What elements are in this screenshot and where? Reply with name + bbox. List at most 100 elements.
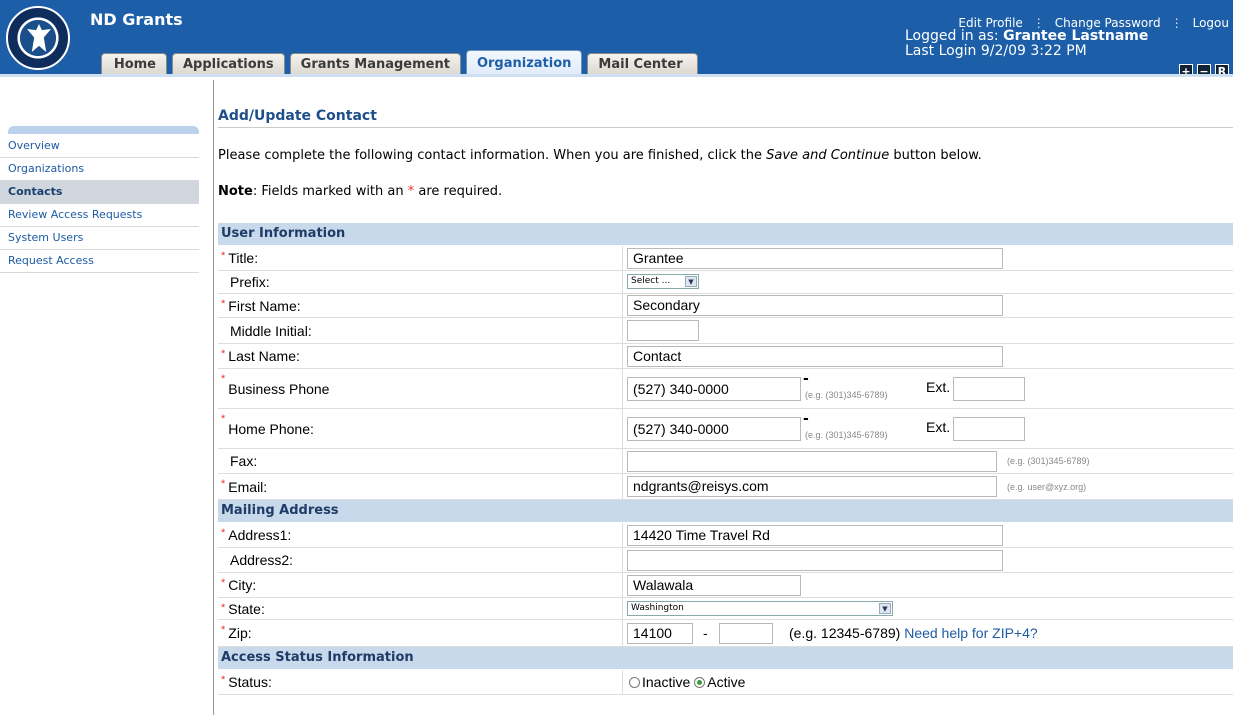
reset-text-button[interactable]: R (1215, 64, 1229, 74)
fax-hint: (e.g. (301)345-6789) (1007, 456, 1090, 466)
tab-mail-center[interactable]: Mail Center (587, 53, 699, 74)
tab-home[interactable]: Home (101, 53, 167, 74)
active-label: Active (707, 674, 746, 690)
tab-grants-management[interactable]: Grants Management (289, 53, 461, 74)
field-label: Fax: (230, 453, 258, 469)
field-label: Home Phone: (228, 420, 314, 437)
sidebar: Overview Organizations Contacts Review A… (0, 80, 200, 715)
tab-applications[interactable]: Applications (172, 53, 285, 74)
middle-initial-label: Middle Initial: (218, 318, 623, 343)
required-star: * (221, 413, 226, 425)
field-label: Title: (228, 250, 259, 266)
business-phone-input[interactable]: (527) 340-0000 (627, 377, 801, 401)
zip-plus4-input[interactable] (719, 623, 773, 644)
first-name-label: * First Name: (218, 294, 623, 317)
zip-dash: - (703, 625, 708, 641)
required-star: * (221, 624, 226, 636)
zip-help-link[interactable]: Need help for ZIP+4? (904, 625, 1037, 641)
contact-form: User Information * Title: Grantee Prefix:… (218, 223, 1233, 695)
active-radio[interactable] (694, 676, 706, 688)
sidebar-item-organizations[interactable]: Organizations (0, 158, 199, 181)
inactive-radio[interactable] (629, 676, 640, 688)
last-name-input[interactable]: Contact (627, 346, 1003, 367)
form-row-address2: Address2: (218, 548, 1233, 573)
business-ext-label: Ext. (926, 379, 951, 395)
note-text-end: are required. (414, 184, 503, 199)
sidebar-item-request-access[interactable]: Request Access (0, 250, 199, 273)
state-label: * State: (218, 598, 623, 619)
page-title: Add/Update Contact (218, 108, 377, 124)
prefix-selected-value: Select ... (631, 276, 671, 286)
email-label: * Email: (218, 474, 623, 499)
sidebar-item-contacts[interactable]: Contacts (0, 181, 199, 204)
home-phone-label: * Home Phone: (218, 409, 623, 448)
state-selected-value: Washington (631, 603, 684, 613)
email-input[interactable]: ndgrants@reisys.com (627, 476, 997, 497)
form-row-business-phone: * Business Phone (527) 340-0000 - (e.g. (… (218, 369, 1233, 409)
required-note: Note: Fields marked with an * are requir… (218, 184, 502, 199)
required-star: * (221, 373, 226, 385)
sidebar-item-system-users[interactable]: System Users (0, 227, 199, 250)
home-ext-input[interactable] (953, 417, 1025, 441)
increase-text-button[interactable]: + (1179, 64, 1193, 74)
city-label: * City: (218, 573, 623, 597)
note-label: Note (218, 184, 253, 199)
business-phone-label: * Business Phone (218, 369, 623, 408)
form-row-home-phone: * Home Phone: (527) 340-0000 - (e.g. (301… (218, 409, 1233, 449)
field-label: First Name: (228, 297, 301, 314)
form-row-fax: Fax: (e.g. (301)345-6789) (218, 449, 1233, 474)
field-label: Middle Initial: (230, 322, 312, 339)
form-row-email: * Email: ndgrants@reisys.com (e.g. user@x… (218, 474, 1233, 500)
logout-link[interactable]: Logou (1193, 16, 1229, 30)
required-star: * (221, 577, 226, 589)
sidebar-nav: Overview Organizations Contacts Review A… (0, 135, 199, 273)
required-star: * (221, 250, 226, 262)
form-row-title: * Title: Grantee (218, 246, 1233, 271)
text-size-controls: + − R (1179, 64, 1229, 74)
logged-in-prefix: Logged in as: (905, 28, 999, 44)
dhs-seal-logo (6, 6, 70, 70)
field-label: Address1: (228, 527, 292, 543)
phone-dash: - (803, 371, 809, 387)
fax-input[interactable] (627, 451, 997, 472)
field-label: Zip: (228, 625, 252, 641)
section-user-information: User Information (218, 223, 1233, 246)
state-select[interactable]: Washington ▼ (627, 601, 893, 616)
city-input[interactable]: Walawala (627, 575, 801, 596)
home-phone-input[interactable]: (527) 340-0000 (627, 417, 801, 441)
note-text: : Fields marked with an (252, 184, 408, 199)
status-label: * Status: (218, 670, 623, 694)
fax-label: Fax: (218, 449, 623, 473)
tab-organization[interactable]: Organization (465, 50, 583, 74)
middle-initial-input[interactable] (627, 320, 699, 341)
decrease-text-button[interactable]: − (1197, 64, 1211, 74)
home-ext-label: Ext. (926, 419, 951, 435)
chevron-down-icon: ▼ (685, 276, 697, 287)
logged-in-status: Logged in as: Grantee Lastname (905, 29, 1148, 43)
user-name: Grantee Lastname (1003, 28, 1149, 44)
business-ext-input[interactable] (953, 377, 1025, 401)
address2-input[interactable] (627, 550, 1003, 571)
sidebar-divider (213, 80, 214, 715)
required-star: * (221, 298, 226, 310)
required-star: * (221, 527, 226, 539)
zip-hint: (e.g. 12345-6789) Need help for ZIP+4? (789, 625, 1038, 641)
zip-input[interactable]: 14100 (627, 623, 693, 644)
sidebar-item-review-access-requests[interactable]: Review Access Requests (0, 204, 199, 227)
form-row-city: * City: Walawala (218, 573, 1233, 598)
form-row-prefix: Prefix: Select ... ▼ (218, 271, 1233, 294)
title-label: * Title: (218, 246, 623, 270)
title-divider (218, 127, 1233, 128)
first-name-input[interactable]: Secondary (627, 295, 1003, 316)
chevron-down-icon: ▼ (879, 603, 891, 614)
title-input[interactable]: Grantee (627, 248, 1003, 269)
business-phone-hint: (e.g. (301)345-6789) (805, 390, 888, 400)
sidebar-item-overview[interactable]: Overview (0, 135, 199, 158)
app-title: ND Grants (90, 10, 183, 29)
home-phone-hint: (e.g. (301)345-6789) (805, 430, 888, 440)
eagle-icon (27, 24, 51, 52)
address1-label: * Address1: (218, 523, 623, 547)
prefix-select[interactable]: Select ... ▼ (627, 274, 699, 289)
section-access-status: Access Status Information (218, 647, 1233, 670)
address1-input[interactable]: 14420 Time Travel Rd (627, 525, 1003, 546)
